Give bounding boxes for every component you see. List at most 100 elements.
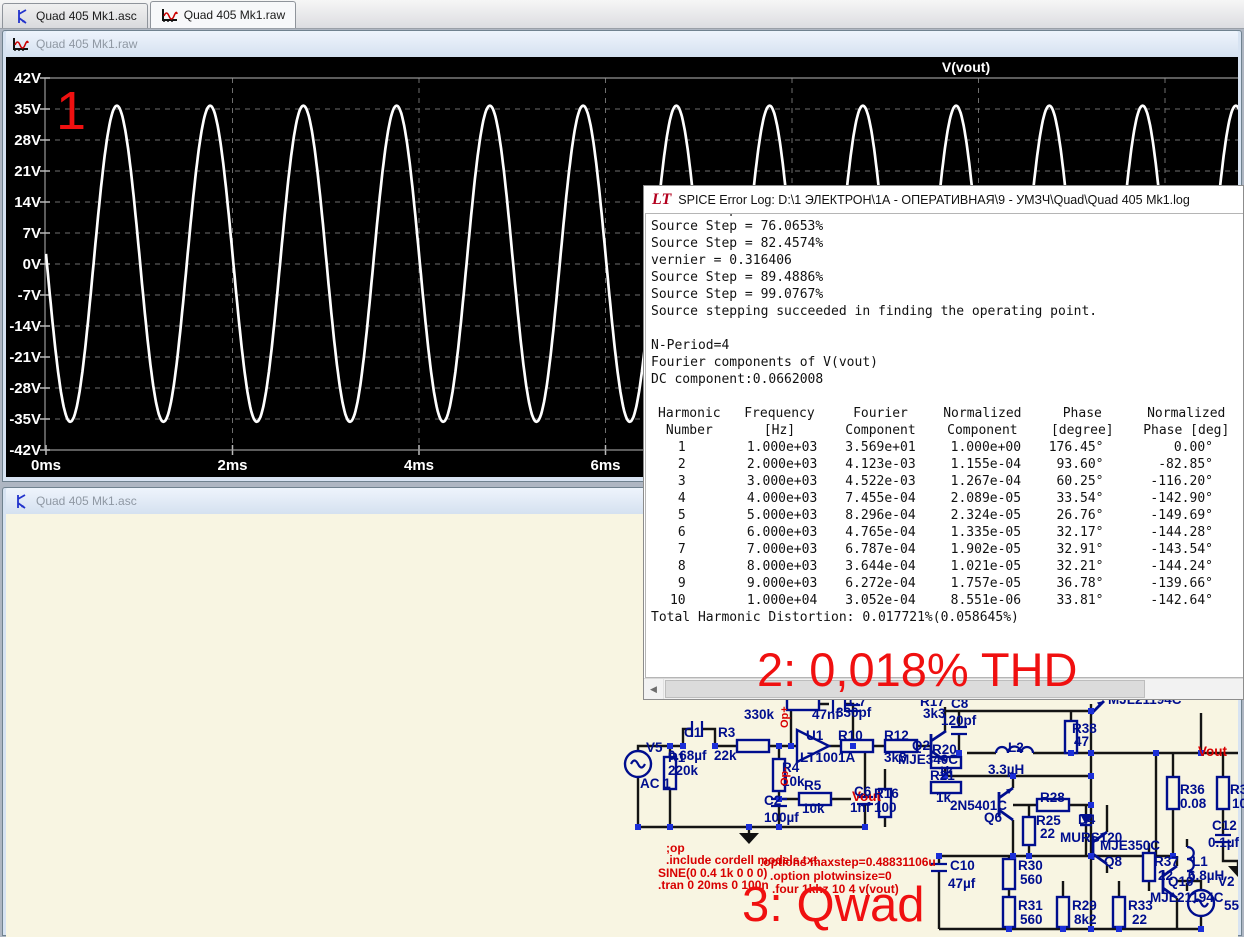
waveform-icon — [161, 8, 179, 23]
fourier-cell: -142.64° — [1150, 593, 1213, 608]
fourier-row: 10 1.000e+04 3.052e-04 8.551e-06 33.81° -142.… — [651, 592, 1243, 609]
fourier-cell: 2 — [677, 457, 686, 472]
fourier-cell: 4.123e-03 — [845, 457, 916, 472]
error-log-titlebar[interactable]: LT SPICE Error Log: D:\1 ЭЛЕКТРОН\1А - О… — [644, 186, 1243, 213]
fourier-cell: 6.000e+03 — [746, 525, 818, 540]
fourier-header-cell: Normalized — [943, 406, 1022, 421]
fourier-cell: 26.76° — [1056, 508, 1104, 523]
fourier-header-cell: Normalized — [1147, 406, 1226, 421]
x-axis-tick: 0ms — [31, 457, 61, 474]
scroll-left-arrow[interactable]: ◀ — [644, 679, 664, 699]
fourier-cell: 4.522e-03 — [845, 474, 916, 489]
fourier-row: 3 3.000e+03 4.522e-03 1.267e-04 60.25° -116.2… — [651, 473, 1243, 490]
spice-error-log-window: LT SPICE Error Log: D:\1 ЭЛЕКТРОН\1А - О… — [643, 185, 1244, 700]
fourier-cell: 1.155e-04 — [950, 457, 1022, 472]
log-line: vernier = 0.316406 — [651, 253, 792, 268]
log-line: Source Step = 82.4574% — [651, 236, 824, 251]
fourier-header-cell: Harmonic — [658, 406, 721, 421]
y-axis-tick: -35V — [9, 411, 41, 428]
tab-asc[interactable]: Quad 405 Mk1.asc — [2, 3, 148, 28]
fourier-cell: -139.66° — [1150, 576, 1213, 591]
y-axis-tick: 28V — [14, 132, 41, 149]
fourier-cell: 3.000e+03 — [746, 474, 818, 489]
fourier-header-cell: [Hz] — [763, 423, 796, 438]
fourier-cell: 4.000e+03 — [746, 491, 818, 506]
fourier-row: 5 5.000e+03 8.296e-04 2.324e-05 26.76° -149.6… — [651, 507, 1243, 524]
y-axis-tick: -21V — [9, 349, 41, 366]
log-line: Fourier components of V(vout) — [651, 355, 878, 370]
fourier-cell: 4.765e-04 — [845, 525, 916, 540]
fourier-cell: 3.569e+01 — [845, 440, 916, 455]
log-line: DC component:0.0662008 — [651, 372, 824, 387]
fourier-cell: 8 — [677, 559, 686, 574]
fourier-cell: 1.902e-05 — [950, 542, 1022, 557]
log-line: Source Step = 99.0767% — [651, 287, 824, 302]
ltspice-logo-icon: LT — [652, 190, 672, 208]
fourier-row: 6 6.000e+03 4.765e-04 1.335e-05 32.17° -144.2… — [651, 524, 1243, 541]
fourier-cell: 1 — [677, 440, 686, 455]
fourier-header-cell: Number — [665, 423, 713, 438]
log-horizontal-scrollbar[interactable]: ◀ — [644, 678, 1243, 699]
fourier-cell: 5.000e+03 — [746, 508, 818, 523]
fourier-cell: 1.021e-05 — [950, 559, 1022, 574]
fourier-cell: -144.24° — [1150, 559, 1213, 574]
schematic-window-title: Quad 405 Mk1.asc — [36, 494, 137, 508]
fourier-header-cell: Fourier — [853, 406, 908, 421]
fourier-cell: -142.90° — [1150, 491, 1213, 506]
fourier-cell: 8.000e+03 — [746, 559, 818, 574]
fourier-cell: 8.296e-04 — [845, 508, 916, 523]
fourier-cell: 4 — [677, 491, 686, 506]
schematic-icon — [12, 493, 30, 509]
fourier-cell: 176.45° — [1048, 440, 1104, 455]
log-line: Source stepping succeeded in finding the… — [651, 304, 1098, 319]
waveform-icon — [12, 37, 30, 52]
fourier-row: 1 1.000e+03 3.569e+01 1.000e+00 176.45° 0.00° — [651, 439, 1243, 456]
y-axis-tick: -14V — [9, 318, 41, 335]
scrollbar-thumb[interactable] — [665, 680, 1145, 698]
fourier-cell: 32.91° — [1056, 542, 1104, 557]
thd-result-line: Total Harmonic Distortion: 0.017721%(0.0… — [651, 610, 1019, 625]
fourier-cell: 6.787e-04 — [845, 542, 916, 557]
x-axis-tick: 2ms — [217, 457, 247, 474]
fourier-cell: 33.54° — [1056, 491, 1104, 506]
fourier-cell: 3.052e-04 — [845, 593, 916, 608]
fourier-cell: 32.21° — [1056, 559, 1104, 574]
schematic-icon — [13, 8, 31, 24]
fourier-cell: 7.455e-04 — [845, 491, 916, 506]
fourier-cell: -82.85° — [1158, 457, 1213, 472]
tab-label: Quad 405 Mk1.raw — [183, 8, 286, 22]
fourier-header-cell: Phase [deg] — [1143, 423, 1230, 438]
fourier-cell: -144.28° — [1150, 525, 1213, 540]
y-axis-tick: 0V — [23, 256, 41, 273]
fourier-cell: 1.000e+00 — [950, 440, 1022, 455]
fourier-header-row: Harmonic Frequency Fourier Normalized Phase N… — [651, 405, 1243, 422]
fourier-cell: 60.25° — [1056, 474, 1104, 489]
fourier-cell: 6 — [677, 525, 686, 540]
fourier-row: 9 9.000e+03 6.272e-04 1.757e-05 36.78° -139.6… — [651, 575, 1243, 592]
log-line: Source Step = 89.4886% — [651, 270, 824, 285]
fourier-cell: 93.60° — [1056, 457, 1104, 472]
fourier-header-row: Number [Hz] Component Component [degree] Phas… — [651, 422, 1243, 439]
fourier-row: 8 8.000e+03 3.644e-04 1.021e-05 32.21° -144.2… — [651, 558, 1243, 575]
x-axis-tick: 6ms — [590, 457, 620, 474]
trace-legend[interactable]: V(vout) — [942, 59, 990, 75]
y-axis-tick: 14V — [14, 194, 41, 211]
tab-raw[interactable]: Quad 405 Mk1.raw — [149, 1, 297, 28]
fourier-cell: 1.000e+04 — [746, 593, 818, 608]
fourier-cell: 9.000e+03 — [746, 576, 818, 591]
x-axis-tick: 4ms — [404, 457, 434, 474]
fourier-cell: -116.20° — [1150, 474, 1213, 489]
fourier-cell: 10 — [669, 593, 686, 608]
fourier-header-cell: Phase — [1062, 406, 1102, 421]
fourier-cell: 36.78° — [1056, 576, 1104, 591]
y-axis-tick: -7V — [18, 287, 41, 304]
document-tab-bar: Quad 405 Mk1.asc Quad 405 Mk1.raw — [0, 0, 1244, 29]
fourier-cell: 1.267e-04 — [950, 474, 1022, 489]
y-axis-tick: 42V — [14, 70, 41, 87]
waveform-window-titlebar[interactable]: Quad 405 Mk1.raw — [6, 31, 1238, 57]
fourier-cell: 6.272e-04 — [845, 576, 916, 591]
fourier-cell: 33.81° — [1056, 593, 1104, 608]
y-axis-tick: 7V — [23, 225, 41, 242]
